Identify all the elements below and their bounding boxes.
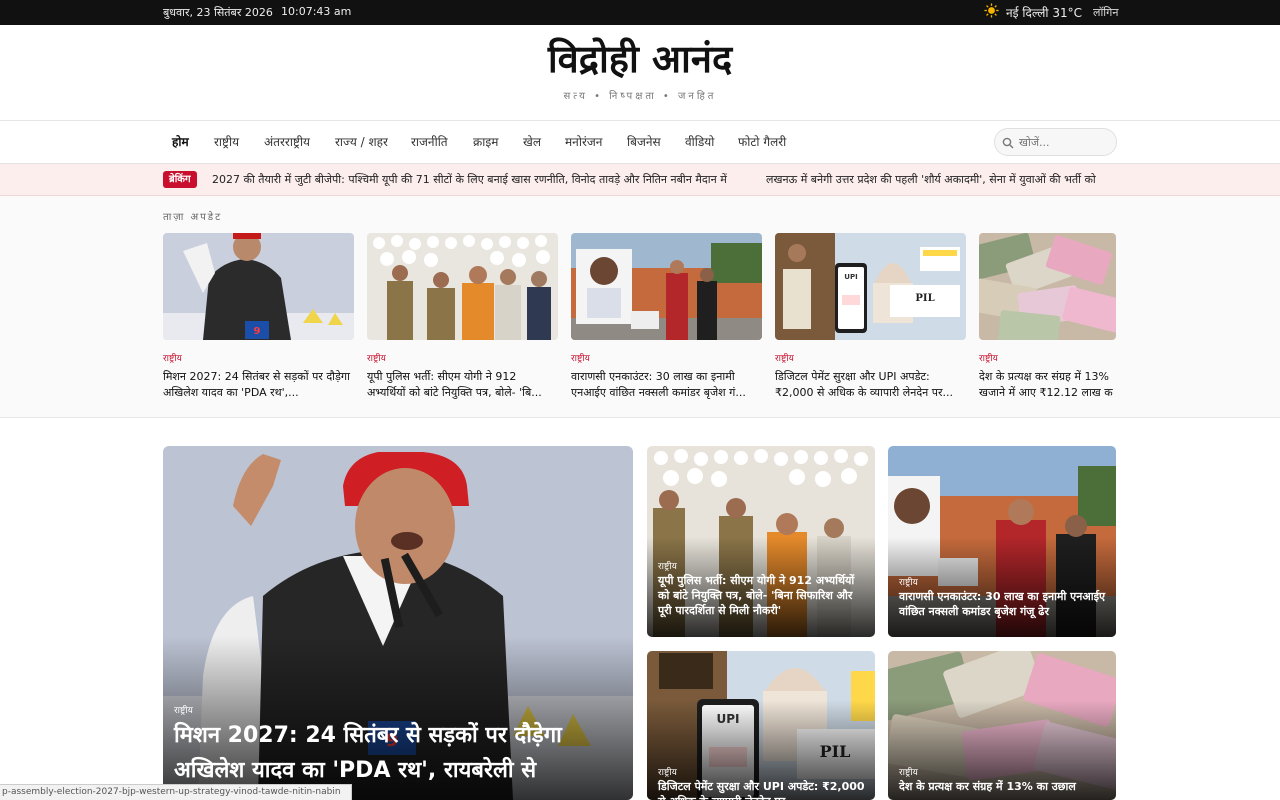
link-status-bar: p-assembly-election-2027-bjp-western-up-… — [0, 784, 352, 800]
nav-item-state-city[interactable]: राज्य / शहर — [335, 133, 388, 150]
masthead: विद्रोही आनंद सत्य • निष्पक्षता • जनहित — [0, 25, 1280, 121]
lead-headline[interactable]: मिशन 2027: 24 सितंबर से सड़कों पर दौड़ेग… — [174, 718, 619, 788]
ticker-headline[interactable]: 2027 की तैयारी में जुटी बीजेपी: पश्चिमी … — [212, 172, 727, 187]
tile-headline[interactable]: देश के प्रत्यक्ष कर संग्रह में 13% का उछ… — [899, 779, 1109, 794]
card-headline[interactable]: वाराणसी एनकाउंटर: 30 लाख का इनामी एनआईए … — [571, 369, 762, 401]
card-image: UPI PIL — [775, 233, 966, 340]
nav-item-photo-gallery[interactable]: फोटो गैलरी — [738, 133, 786, 150]
card-category: राष्ट्रीय — [775, 354, 794, 364]
story-tile[interactable]: UPI PIL राष्ट्रीय डिजिटल पेमेंट सुरक्षा … — [647, 651, 875, 800]
breaking-badge: ब्रेकिंग — [163, 171, 197, 188]
nav-item-video[interactable]: वीडियो — [685, 133, 714, 150]
latest-card[interactable]: राष्ट्रीय वाराणसी एनकाउंटर: 30 लाख का इन… — [571, 233, 762, 401]
site-tagline: सत्य • निष्पक्षता • जनहित — [563, 91, 717, 102]
card-category: राष्ट्रीय — [571, 354, 590, 364]
svg-text:UPI: UPI — [844, 273, 857, 281]
svg-text:PIL: PIL — [915, 293, 934, 304]
latest-card[interactable]: UPI PIL राष्ट्रीय डिजिटल पेमेंट सुरक्षा … — [775, 233, 966, 401]
search-icon[interactable] — [1002, 137, 1014, 149]
sun-icon — [984, 3, 999, 18]
search-input[interactable] — [1019, 133, 1111, 151]
card-image: 9 — [163, 233, 354, 340]
story-tile[interactable]: राष्ट्रीय वाराणसी एनकाउंटर: 30 लाख का इन… — [888, 446, 1116, 637]
tile-headline[interactable]: यूपी पुलिस भर्ती: सीएम योगी ने 912 अभ्यर… — [658, 573, 868, 618]
nav-item-crime[interactable]: क्राइम — [473, 133, 498, 150]
story-tile[interactable]: राष्ट्रीय यूपी पुलिस भर्ती: सीएम योगी ने… — [647, 446, 875, 637]
card-headline[interactable]: देश के प्रत्यक्ष कर संग्रह में 13% खजाने… — [979, 369, 1117, 401]
card-headline[interactable]: यूपी पुलिस भर्ती: सीएम योगी ने 912 अभ्यर… — [367, 369, 558, 401]
lead-category: राष्ट्रीय — [174, 706, 193, 716]
main-nav: होम राष्ट्रीय अंतरराष्ट्रीय राज्य / शहर … — [0, 121, 1280, 164]
search-box[interactable] — [994, 128, 1117, 156]
latest-card[interactable]: 9 राष्ट्रीय मिशन 2027: 24 सितंबर से सड़क… — [163, 233, 354, 401]
tile-headline[interactable]: वाराणसी एनकाउंटर: 30 लाख का इनामी एनआईए … — [899, 589, 1109, 619]
current-date: बुधवार, 23 सितंबर 2026 — [163, 6, 273, 19]
weather-readout: नई दिल्ली 31°C — [1006, 6, 1082, 20]
nav-item-home[interactable]: होम — [172, 133, 189, 150]
nav-item-national[interactable]: राष्ट्रीय — [214, 133, 239, 150]
tile-category: राष्ट्रीय — [899, 578, 918, 588]
card-category: राष्ट्रीय — [163, 354, 182, 364]
latest-card[interactable]: राष्ट्रीय देश के प्रत्यक्ष कर संग्रह में… — [979, 233, 1117, 401]
nav-item-international[interactable]: अंतरराष्ट्रीय — [264, 133, 310, 150]
nav-item-sports[interactable]: खेल — [523, 133, 541, 150]
breaking-news-ticker: ब्रेकिंग 2027 की तैयारी में जुटी बीजेपी:… — [0, 164, 1280, 196]
tile-overlay — [888, 537, 1116, 637]
nav-item-business[interactable]: बिजनेस — [627, 133, 661, 150]
story-tile[interactable]: राष्ट्रीय देश के प्रत्यक्ष कर संग्रह में… — [888, 651, 1116, 800]
card-category: राष्ट्रीय — [979, 354, 998, 364]
card-headline[interactable]: मिशन 2027: 24 सितंबर से सड़कों पर दौड़ेग… — [163, 369, 354, 401]
lead-story[interactable]: 9 राष्ट्रीय मिशन 2027: 24 सितंबर से सड़क… — [163, 446, 633, 800]
nav-item-entertainment[interactable]: मनोरंजन — [565, 133, 602, 150]
latest-updates-section: ताज़ा अपडेट 9 राष्ट्रीय मिशन 2027: 24 सि… — [0, 196, 1280, 418]
card-image — [367, 233, 558, 340]
card-category: राष्ट्रीय — [367, 354, 386, 364]
section-label: ताज़ा अपडेट — [163, 212, 223, 223]
tile-headline[interactable]: डिजिटल पेमेंट सुरक्षा और UPI अपडेट: ₹2,0… — [658, 779, 868, 800]
top-bar: बुधवार, 23 सितंबर 2026 · 10:07:43 am नई … — [0, 0, 1280, 25]
card-image — [571, 233, 762, 340]
tile-category: राष्ट्रीय — [658, 768, 677, 778]
tile-category: राष्ट्रीय — [658, 562, 677, 572]
ticker-headline-next[interactable]: लखनऊ में बनेगी उत्तर प्रदेश की पहली 'शौर… — [766, 172, 1116, 187]
svg-text:9: 9 — [254, 326, 261, 337]
login-link[interactable]: लॉगिन — [1093, 5, 1118, 20]
card-headline[interactable]: डिजिटल पेमेंट सुरक्षा और UPI अपडेट: ₹2,0… — [775, 369, 966, 401]
current-time: 10:07:43 am — [281, 5, 352, 18]
tile-category: राष्ट्रीय — [899, 768, 918, 778]
latest-card[interactable]: राष्ट्रीय यूपी पुलिस भर्ती: सीएम योगी ने… — [367, 233, 558, 401]
nav-item-politics[interactable]: राजनीति — [411, 133, 448, 150]
site-logo[interactable]: विद्रोही आनंद — [0, 32, 1280, 84]
separator-dot: · — [266, 4, 270, 17]
card-image — [979, 233, 1116, 340]
